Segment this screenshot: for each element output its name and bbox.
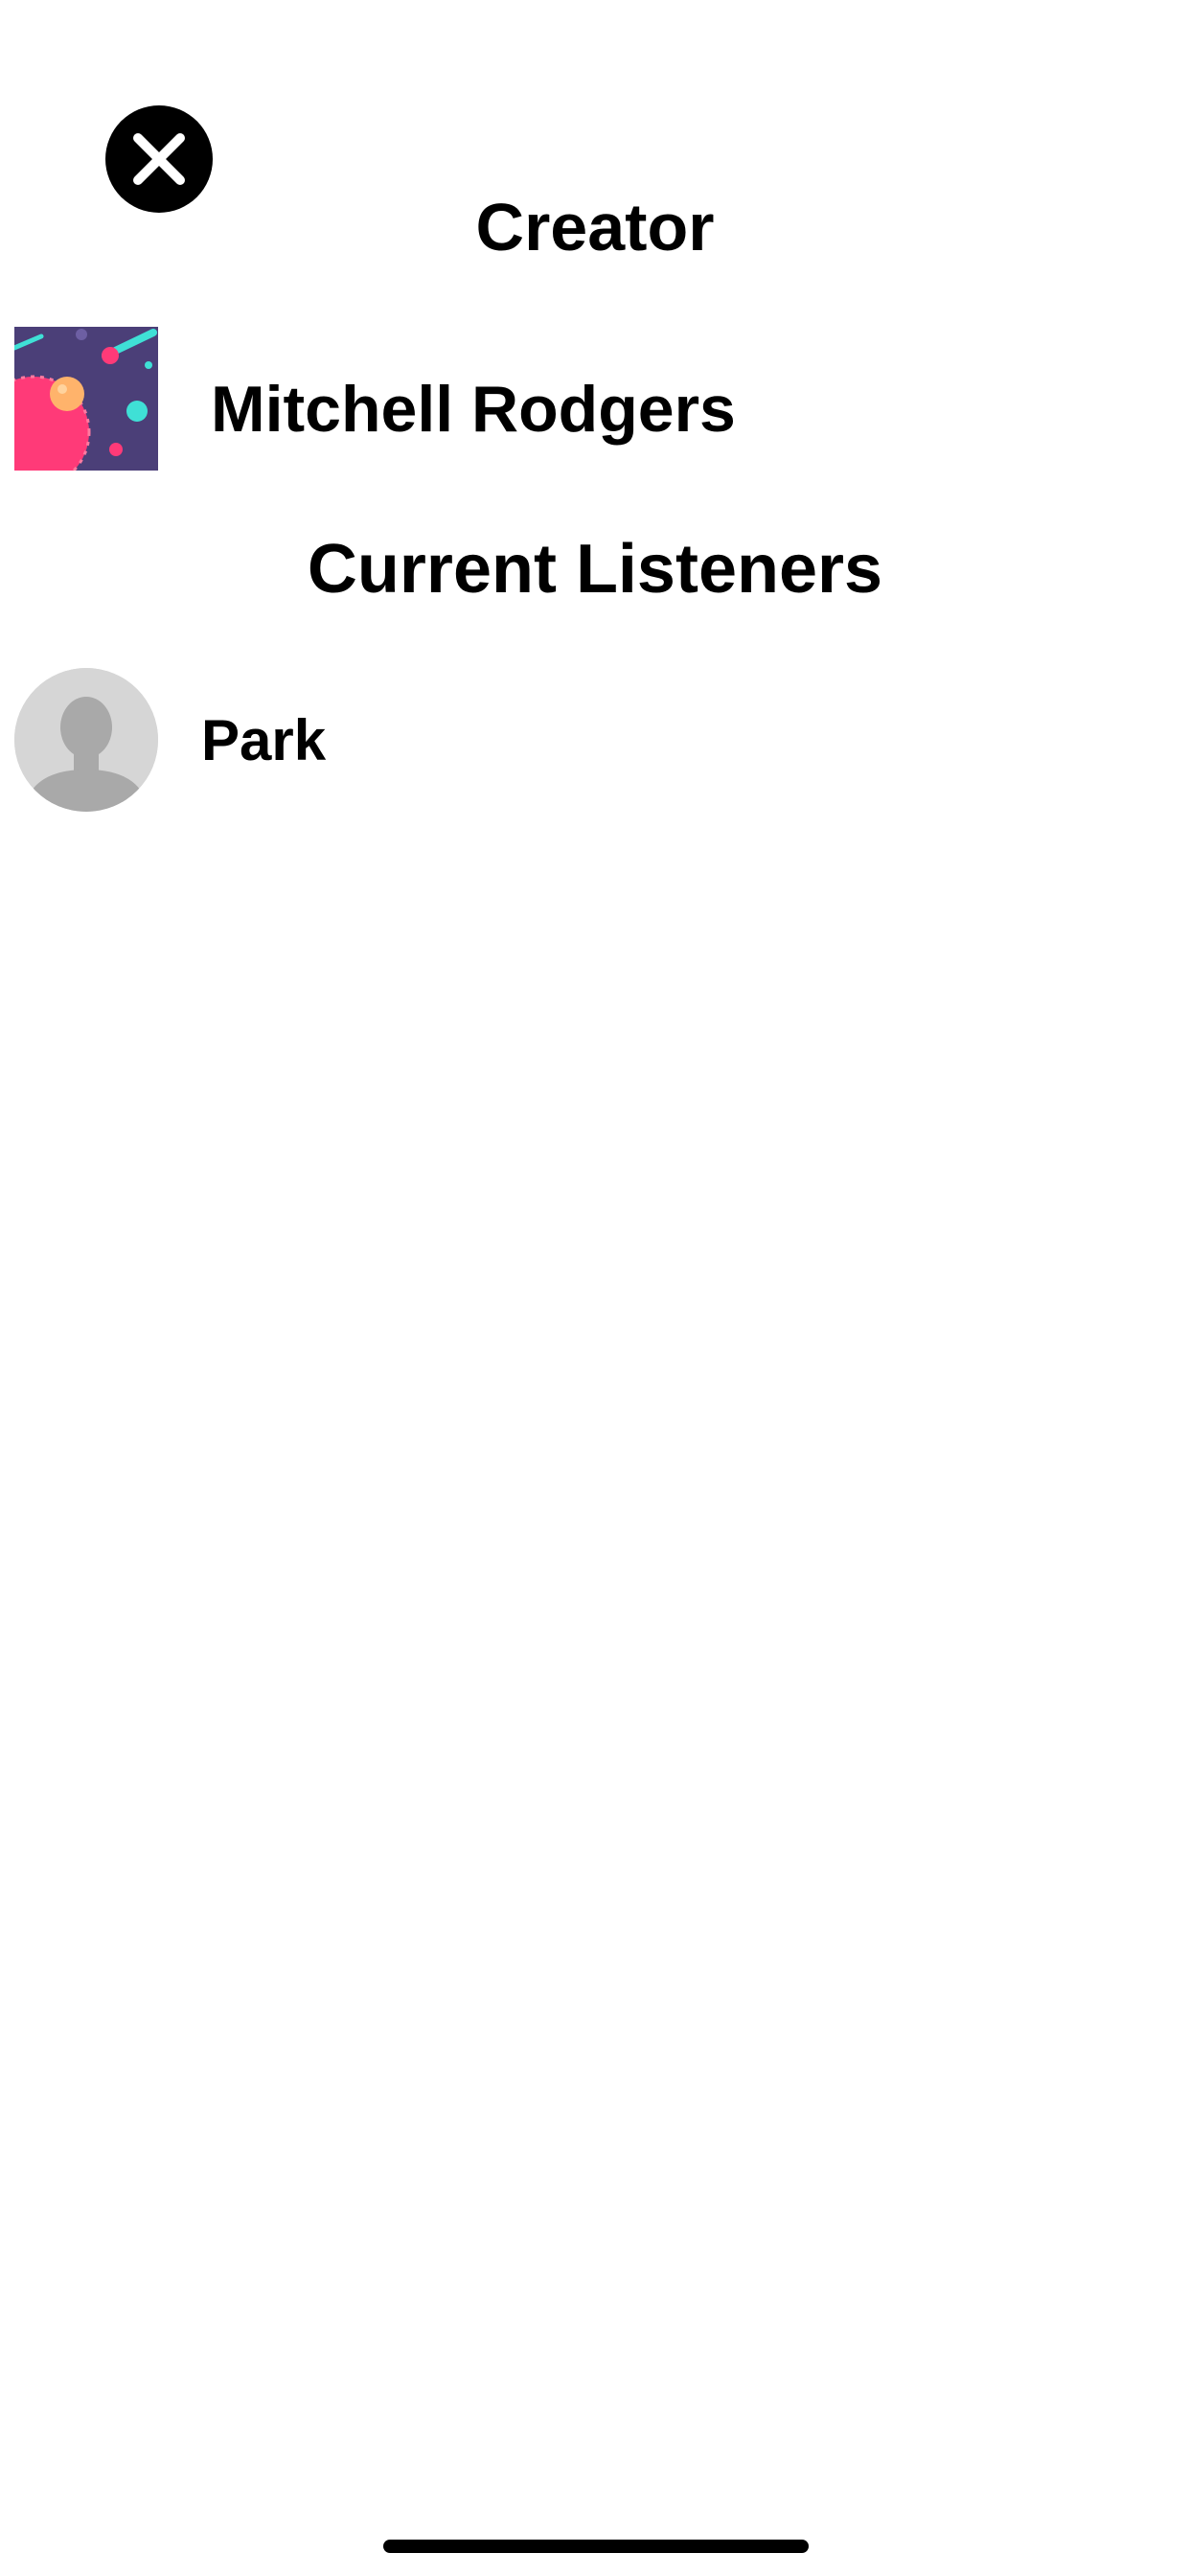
- default-person-icon: [14, 668, 158, 812]
- creator-name: Mitchell Rodgers: [211, 373, 736, 446]
- avatar: [14, 668, 158, 812]
- space-planet-artwork-icon: [14, 327, 158, 471]
- listener-name: Park: [201, 708, 327, 772]
- listeners-section-title: Current Listeners: [307, 531, 883, 608]
- creator-thumbnail: [14, 327, 158, 471]
- close-icon: [133, 133, 185, 185]
- creator-row[interactable]: Mitchell Rodgers: [0, 327, 1190, 471]
- creator-section-title: Creator: [475, 190, 715, 264]
- listener-row[interactable]: Park: [0, 668, 1190, 812]
- home-indicator[interactable]: [383, 2540, 809, 2553]
